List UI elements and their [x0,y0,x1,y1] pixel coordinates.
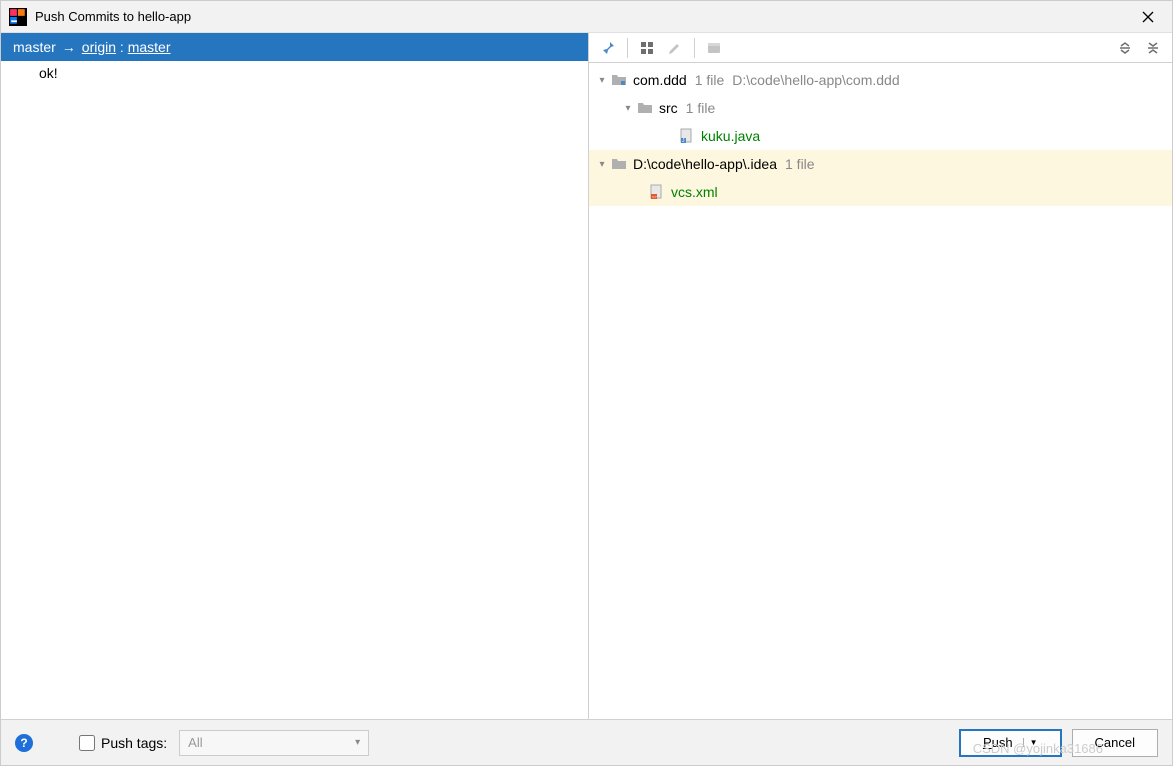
java-file-icon: J [679,128,695,144]
collapse-icon [1146,41,1160,55]
folder-label: src [659,100,678,116]
close-button[interactable] [1132,1,1164,33]
group-button[interactable] [634,35,660,61]
tree-file[interactable]: <> vcs.xml [589,178,1172,206]
folder-path: D:\code\hello-app\com.ddd [732,72,899,88]
group-icon [640,41,654,55]
chevron-down-icon[interactable]: ▾ [593,159,611,170]
push-tags-input[interactable] [79,735,95,751]
pin-icon [600,40,616,56]
tree-file[interactable]: J kuku.java [589,122,1172,150]
pencil-icon [668,41,682,55]
commits-panel: master → origin : master ok! [1,33,589,719]
push-tags-label: Push tags: [101,735,167,751]
remote-link[interactable]: origin [82,39,116,55]
push-tags-checkbox[interactable]: Push tags: [79,735,167,751]
expand-icon [1118,41,1132,55]
folder-label: D:\code\hello-app\.idea [633,156,777,172]
push-dropdown-icon[interactable]: ▼ [1023,738,1038,747]
file-label: vcs.xml [671,184,718,200]
bottom-bar: ? Push tags: All ▾ Push ▼ Cancel [1,719,1172,765]
title-bar: Push Commits to hello-app [1,1,1172,33]
window-title: Push Commits to hello-app [35,9,191,24]
commit-item[interactable]: ok! [1,61,588,85]
preview-icon [707,41,721,55]
chevron-down-icon[interactable]: ▾ [593,75,611,86]
local-branch: master [13,39,56,55]
main-content: master → origin : master ok! [1,33,1172,719]
pin-button[interactable] [595,35,621,61]
chevron-down-icon[interactable]: ▾ [619,103,637,114]
folder-label: com.ddd [633,72,687,88]
file-count: 1 file [785,156,815,172]
package-icon [611,72,627,88]
files-toolbar [589,33,1172,63]
cancel-button[interactable]: Cancel [1072,729,1158,757]
intellij-icon [9,8,27,26]
help-button[interactable]: ? [15,734,33,752]
file-count: 1 file [686,100,716,116]
arrow-icon: → [62,39,76,55]
branch-header[interactable]: master → origin : master [1,33,588,61]
push-button[interactable]: Push ▼ [959,729,1062,757]
tree-folder-root[interactable]: ▾ com.ddd 1 file D:\code\hello-app\com.d… [589,66,1172,94]
tree-folder-idea[interactable]: ▾ D:\code\hello-app\.idea 1 file [589,150,1172,178]
chevron-down-icon: ▾ [355,737,360,748]
file-tree[interactable]: ▾ com.ddd 1 file D:\code\hello-app\com.d… [589,63,1172,719]
edit-button[interactable] [662,35,688,61]
tree-folder-src[interactable]: ▾ src 1 file [589,94,1172,122]
preview-button[interactable] [701,35,727,61]
file-label: kuku.java [701,128,760,144]
commit-list[interactable]: ok! [1,61,588,719]
tags-mode-combo[interactable]: All ▾ [179,730,369,756]
combo-value: All [188,735,202,750]
files-panel: ▾ com.ddd 1 file D:\code\hello-app\com.d… [589,33,1172,719]
svg-text:<>: <> [652,194,657,199]
folder-icon [611,156,627,172]
file-count: 1 file [695,72,725,88]
close-icon [1142,11,1154,23]
folder-icon [637,100,653,116]
expand-button[interactable] [1112,35,1138,61]
xml-file-icon: <> [649,184,665,200]
remote-branch-link[interactable]: master [128,39,171,55]
collapse-button[interactable] [1140,35,1166,61]
